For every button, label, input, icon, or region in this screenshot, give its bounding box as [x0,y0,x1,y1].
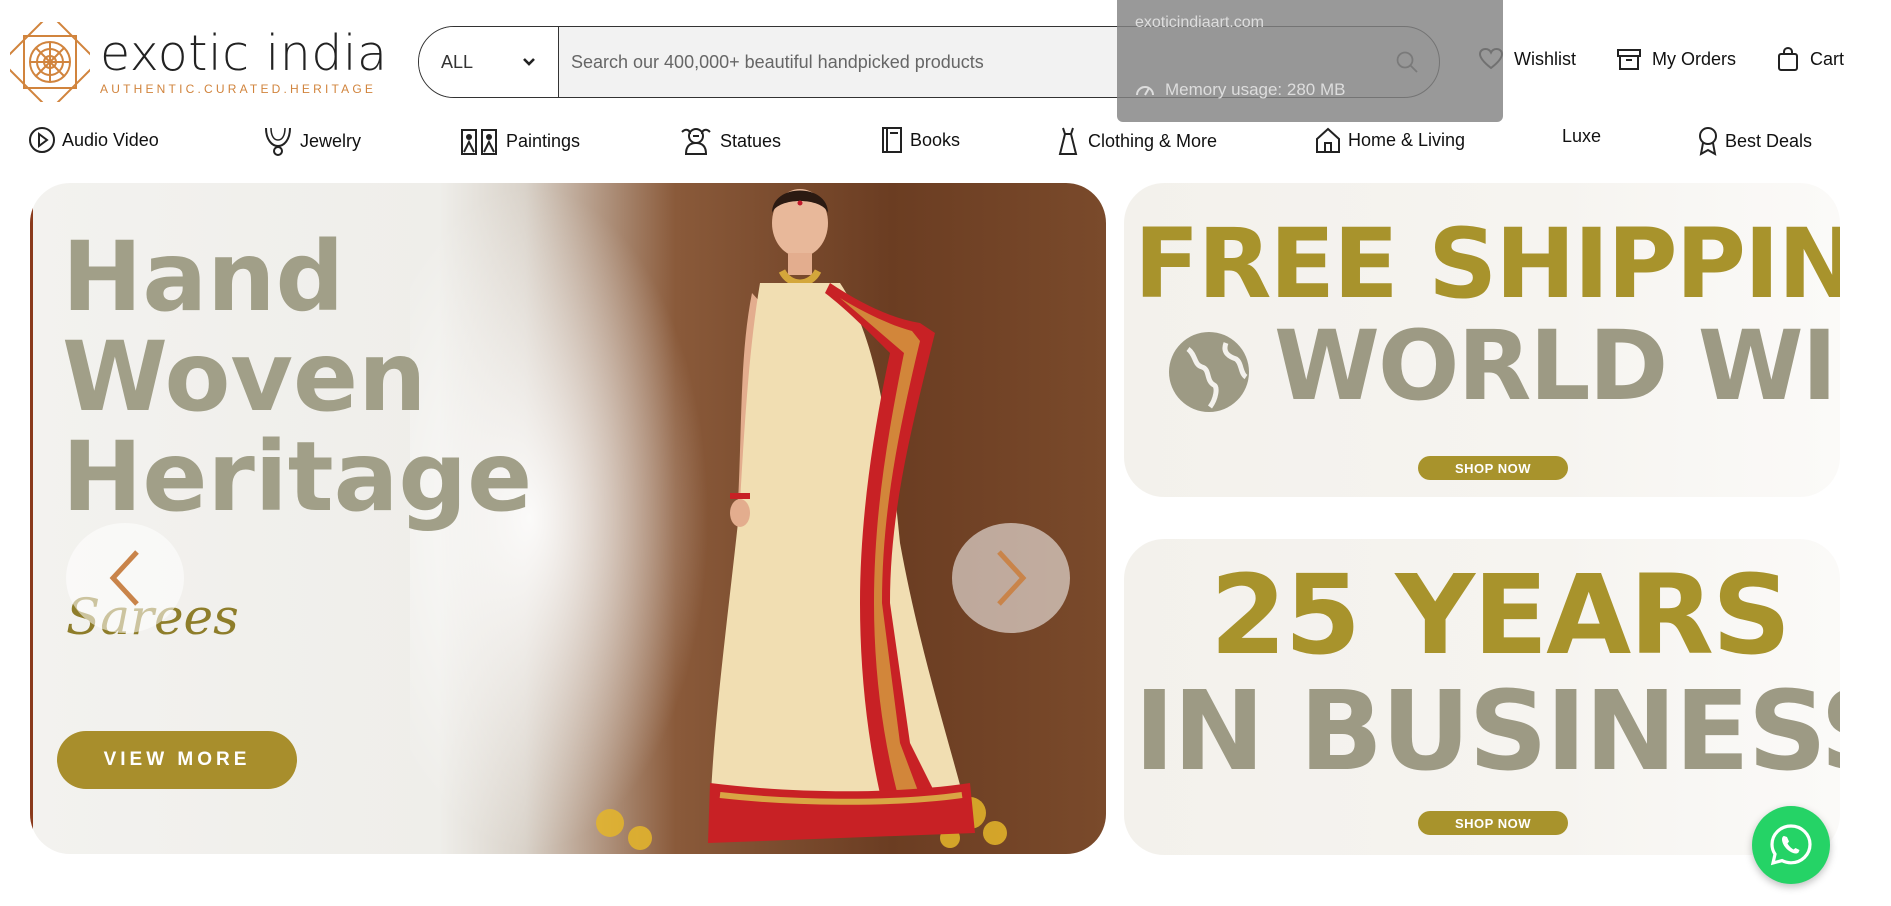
whatsapp-icon [1770,824,1812,866]
banner2-shop-now-button[interactable]: SHOP NOW [1418,811,1568,835]
hero-edge-strip [30,183,33,854]
slider-next-button[interactable] [952,523,1070,633]
nav-label: Audio Video [62,129,159,150]
banner1-shop-now-button[interactable]: SHOP NOW [1418,456,1568,480]
category-nav: Audio Video Jewelry Paintings Statues Bo… [0,118,1891,162]
nav-item-statues[interactable]: Statues [678,126,781,156]
award-icon [1699,127,1717,156]
nav-label: Luxe [1562,126,1602,146]
free-shipping-banner[interactable]: FREE SHIPPING WORLD WIDE SHOP NOW [1124,183,1840,497]
header-actions: Wishlist My Orders Cart [1478,46,1844,72]
dress-icon [1058,127,1078,155]
play-circle-icon [29,127,55,153]
my-orders-label: My Orders [1652,48,1737,69]
paintings-icon [461,129,497,155]
my-orders-link[interactable]: My Orders [1616,47,1736,71]
search-category-select[interactable]: ALL [419,27,559,97]
chevron-down-icon [523,58,535,66]
browser-tab-tooltip: exoticindiaart.com Memory usage: 280 MB [1117,0,1503,122]
nav-label: Home & Living [1348,129,1466,150]
search-category-label: ALL [441,51,474,72]
nav-item-home-living[interactable]: Home & Living [1314,126,1465,154]
banner1-line2: WORLD WIDE [1274,310,1840,422]
shopping-bag-icon [1778,46,1799,71]
nav-label: Best Deals [1725,130,1813,151]
home-icon [1316,127,1340,153]
tooltip-url: exoticindiaart.com [1135,14,1264,31]
banner2-line2: IN BUSINESS [1134,667,1840,795]
nav-label: Paintings [506,130,581,151]
book-icon [882,127,902,153]
mandala-logo-icon [10,22,90,102]
nav-item-books[interactable]: Books [880,126,960,154]
nav-item-paintings[interactable]: Paintings [460,126,580,156]
nav-label: Clothing & More [1088,130,1218,151]
nav-label: Statues [720,130,782,151]
chevron-right-icon [997,550,1027,606]
whatsapp-chat-button[interactable] [1752,806,1830,884]
nav-item-best-deals[interactable]: Best Deals [1697,126,1812,156]
nav-item-luxe[interactable]: Luxe [1562,126,1601,147]
site-header: exotic india AUTHENTIC.CURATED.HERITAGE … [0,0,1891,118]
site-logo[interactable]: exotic india AUTHENTIC.CURATED.HERITAGE [10,22,388,102]
brand-tagline: AUTHENTIC.CURATED.HERITAGE [100,82,377,96]
nav-item-audio-video[interactable]: Audio Video [28,126,159,154]
nav-label: Jewelry [300,130,362,151]
necklace-icon [265,127,291,156]
nav-item-clothing[interactable]: Clothing & More [1054,126,1217,156]
gauge-icon [1136,86,1154,96]
statue-icon [681,128,711,155]
hero-slider[interactable]: Hand Woven Heritage Sarees VIEW MORE [30,183,1106,854]
globe-icon [1169,332,1249,412]
chevron-left-icon [109,550,139,606]
cart-label: Cart [1810,48,1845,69]
nav-label: Books [910,129,961,150]
nav-item-jewelry[interactable]: Jewelry [262,126,361,156]
wishlist-label: Wishlist [1514,48,1576,69]
banner2-line1: 25 YEARS [1210,551,1791,679]
brand-title: exotic india [100,25,388,82]
archive-box-icon [1617,49,1641,70]
hero-heading: Hand Woven Heritage [62,221,533,533]
tooltip-memory: Memory usage: 280 MB [1135,80,1345,100]
banner1-line1: FREE SHIPPING [1134,208,1840,320]
cart-link[interactable]: Cart [1776,46,1844,72]
slider-prev-button[interactable] [66,523,184,633]
saree-model-image [596,189,1007,850]
view-more-button[interactable]: VIEW MORE [57,731,297,789]
years-in-business-banner[interactable]: 25 YEARS IN BUSINESS SHOP NOW [1124,539,1840,855]
